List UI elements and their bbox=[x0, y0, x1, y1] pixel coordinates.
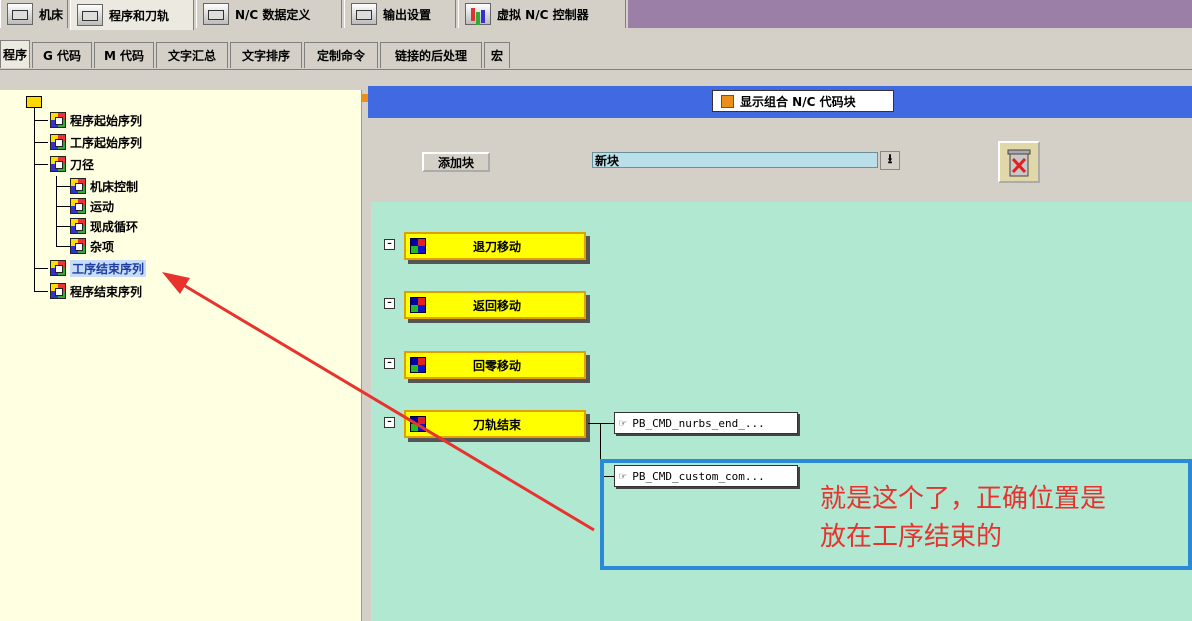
tree-item-program-end[interactable]: 程序结束序列 bbox=[50, 282, 142, 300]
tree-item-motion[interactable]: 运动 bbox=[70, 197, 114, 215]
tree-connector bbox=[34, 291, 48, 292]
tree-item-operation-end[interactable]: 工序结束序列 bbox=[50, 259, 147, 277]
collapse-toggle[interactable]: – bbox=[384, 298, 395, 309]
tree-connector bbox=[56, 186, 70, 187]
tree-connector bbox=[34, 120, 48, 121]
subtab-g-code[interactable]: G 代码 bbox=[32, 42, 92, 68]
connector-line bbox=[588, 423, 614, 424]
cube-icon bbox=[50, 134, 66, 150]
tab-strip-filler bbox=[628, 0, 1192, 28]
event-block-home-move[interactable]: 回零移动 bbox=[404, 351, 586, 379]
folder-icon[interactable] bbox=[26, 96, 42, 108]
subtab-custom-command[interactable]: 定制命令 bbox=[304, 42, 378, 68]
command-block-nurbs-end[interactable]: ☞ PB_CMD_nurbs_end_... bbox=[614, 412, 798, 434]
event-icon bbox=[410, 297, 426, 313]
chart-icon bbox=[465, 3, 491, 25]
cube-icon bbox=[70, 198, 86, 214]
tree-connector bbox=[34, 142, 48, 143]
collapse-toggle[interactable]: – bbox=[384, 239, 395, 250]
subtab-linked-posts[interactable]: 链接的后处理 bbox=[380, 42, 482, 68]
subtab-word-sequence[interactable]: 文字排序 bbox=[230, 42, 302, 68]
event-icon bbox=[410, 416, 426, 432]
tree-item-operation-start[interactable]: 工序起始序列 bbox=[50, 133, 142, 151]
tree-item-misc[interactable]: 杂项 bbox=[70, 237, 114, 255]
event-block-return-move[interactable]: 返回移动 bbox=[404, 291, 586, 319]
dropdown-arrow-icon[interactable]: ⭳ bbox=[880, 151, 900, 170]
nc-data-icon bbox=[203, 3, 229, 25]
sequence-tree-panel: 程序起始序列 工序起始序列 刀径 机床控制 运动 现成循环 杂项 工序结束序列 … bbox=[0, 90, 362, 621]
tab-machine[interactable]: 机床 bbox=[0, 0, 68, 28]
block-type-select[interactable]: 新块 bbox=[592, 152, 878, 168]
cube-icon bbox=[50, 112, 66, 128]
cube-icon bbox=[50, 260, 66, 276]
add-block-button[interactable]: 添加块 bbox=[422, 152, 490, 172]
collapse-toggle[interactable]: – bbox=[384, 358, 395, 369]
cube-icon bbox=[50, 156, 66, 172]
display-combined-nc-blocks-toggle[interactable]: 显示组合 N/C 代码块 bbox=[712, 90, 894, 112]
tree-connector bbox=[56, 206, 70, 207]
tree-connector bbox=[56, 226, 70, 227]
checkbox-icon bbox=[721, 94, 734, 108]
sub-tab-baseline bbox=[0, 69, 1192, 70]
event-block-retract-move[interactable]: 退刀移动 bbox=[404, 232, 586, 260]
tree-connector bbox=[34, 268, 48, 269]
tab-output-settings[interactable]: 输出设置 bbox=[344, 0, 456, 28]
cube-icon bbox=[70, 238, 86, 254]
hand-pointer-icon: ☞ bbox=[619, 416, 627, 430]
tree-connector bbox=[56, 246, 70, 247]
trash-button[interactable] bbox=[998, 141, 1040, 183]
event-block-toolpath-end[interactable]: 刀轨结束 bbox=[404, 410, 586, 438]
printer-icon bbox=[351, 3, 377, 25]
event-icon bbox=[410, 238, 426, 254]
subtab-macro[interactable]: 宏 bbox=[484, 42, 510, 68]
collapse-toggle[interactable]: – bbox=[384, 417, 395, 428]
sub-tab-strip: 程序 G 代码 M 代码 文字汇总 文字排序 定制命令 链接的后处理 宏 bbox=[0, 40, 1192, 70]
subtab-word-summary[interactable]: 文字汇总 bbox=[156, 42, 228, 68]
subtab-m-code[interactable]: M 代码 bbox=[94, 42, 154, 68]
tree-connector bbox=[34, 164, 48, 165]
machine-icon bbox=[7, 3, 33, 25]
tree-item-canned-cycle[interactable]: 现成循环 bbox=[70, 217, 138, 235]
subtab-program[interactable]: 程序 bbox=[0, 40, 30, 68]
cube-icon bbox=[50, 283, 66, 299]
cube-icon bbox=[70, 218, 86, 234]
program-toolpath-icon bbox=[77, 4, 103, 26]
cube-icon bbox=[70, 178, 86, 194]
tree-trunk-line bbox=[34, 108, 35, 292]
trash-icon bbox=[1007, 149, 1031, 177]
tab-program-toolpath[interactable]: 程序和刀轨 bbox=[70, 0, 194, 30]
annotation-line: 就是这个了，正确位置是 bbox=[820, 484, 1107, 514]
tree-item-program-start[interactable]: 程序起始序列 bbox=[50, 111, 142, 129]
annotation-text: 就是这个了，正确位置是 放在工序结束的 bbox=[820, 480, 1190, 556]
tree-item-toolpath[interactable]: 刀径 bbox=[50, 155, 94, 173]
tree-item-machine-control[interactable]: 机床控制 bbox=[70, 177, 138, 195]
event-icon bbox=[410, 357, 426, 373]
tab-virtual-nc-controller[interactable]: 虚拟 N/C 控制器 bbox=[458, 0, 626, 28]
annotation-line: 放在工序结束的 bbox=[820, 522, 1003, 552]
tab-nc-data[interactable]: N/C 数据定义 bbox=[196, 0, 342, 28]
